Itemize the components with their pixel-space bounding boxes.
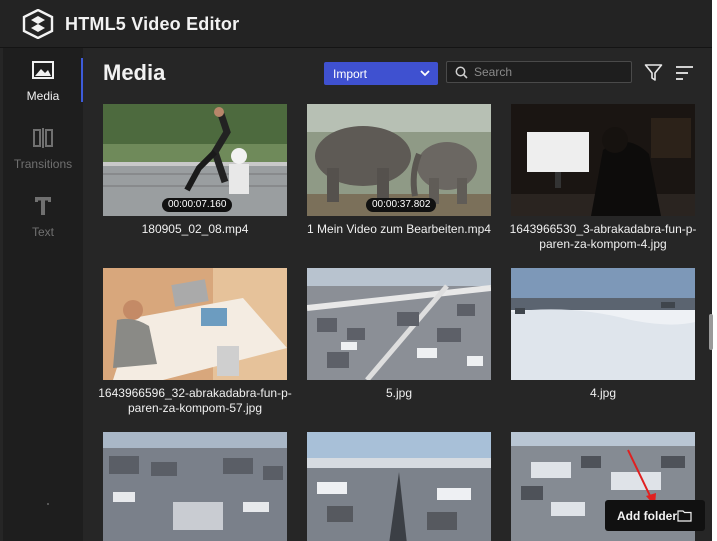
transitions-icon (33, 128, 53, 148)
image-thumbnail (307, 268, 491, 380)
image-thumbnail (103, 432, 287, 541)
video-thumbnail: 00:00:07.160 (103, 104, 287, 216)
image-thumbnail (103, 268, 287, 380)
sidebar-item-text[interactable]: Text (3, 184, 83, 248)
media-item-name: 1643966530_3-abrakadabra-fun-p-paren-za-… (509, 222, 697, 251)
import-dropdown-button[interactable]: Import (324, 62, 438, 85)
video-thumbnail: 00:00:37.802 (307, 104, 491, 216)
media-item-name: 180905_02_08.mp4 (141, 222, 249, 236)
import-label: Import (333, 67, 368, 81)
sidebar-item-label: Transitions (13, 157, 73, 171)
image-icon (32, 61, 54, 79)
image-thumbnail (511, 268, 695, 380)
image-thumbnail (511, 104, 695, 216)
app-title: HTML5 Video Editor (65, 14, 240, 34)
search-icon (455, 66, 468, 79)
sidebar: Media Transitions Text (3, 48, 84, 541)
scrollbar-track[interactable] (706, 48, 712, 541)
app-logo-icon (22, 9, 54, 39)
add-folder-label: Add folder (617, 509, 677, 523)
duration-badge: 00:00:37.802 (366, 198, 437, 212)
search-box (446, 61, 632, 83)
video-editor-app: HTML5 Video Editor Media Transitions Tex… (0, 0, 712, 541)
media-item-name: 1643966596_32-abrakadabra-fun-p-paren-za… (98, 386, 292, 415)
title-bar: HTML5 Video Editor (0, 0, 712, 48)
media-item-name: 1 Mein Video zum Bearbeiten.mp4 (307, 222, 491, 236)
divider (47, 503, 49, 505)
text-icon (35, 197, 51, 215)
sidebar-item-media[interactable]: Media (3, 48, 84, 112)
image-thumbnail (307, 432, 491, 541)
scrollbar-thumb[interactable] (709, 314, 713, 350)
chevron-down-icon (420, 70, 430, 77)
folder-icon (677, 510, 692, 522)
media-item-name: 5.jpg (385, 386, 413, 400)
media-panel: Media Import Search 00:00:07.160 180905_… (83, 48, 712, 541)
search-input[interactable] (474, 64, 624, 80)
sidebar-item-label: Text (31, 225, 54, 239)
media-item-name: 4.jpg (589, 386, 617, 400)
add-folder-button[interactable]: Add folder (605, 500, 705, 531)
page-title: Media (103, 60, 166, 85)
duration-badge: 00:00:07.160 (162, 198, 233, 212)
media-grid: 00:00:07.160 180905_02_08.mp4 00:00:37.8… (98, 104, 703, 541)
sidebar-item-transitions[interactable]: Transitions (3, 116, 83, 180)
sort-icon[interactable] (675, 64, 694, 82)
filter-icon[interactable] (644, 63, 663, 82)
sidebar-item-label: Media (26, 89, 60, 103)
